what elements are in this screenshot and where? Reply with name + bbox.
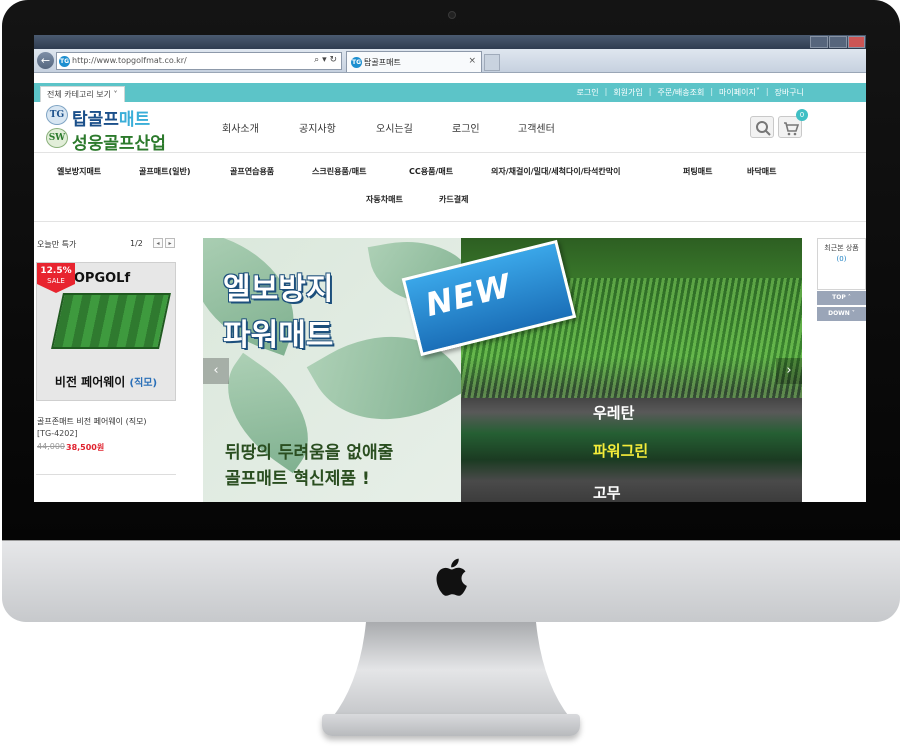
product-code: [TG-4202]: [37, 429, 78, 438]
search-icon: [756, 121, 771, 136]
deal-page-indicator: 1/2: [130, 239, 143, 248]
category-cc[interactable]: CC용품/매트: [409, 166, 453, 177]
product-caption-main: 비전 페어웨이: [54, 375, 126, 389]
golf-mat-illustration: [51, 293, 171, 349]
maximize-button[interactable]: [829, 36, 847, 48]
util-link-orders[interactable]: 주문/배송조회: [657, 87, 704, 98]
nav-login[interactable]: 로그인: [452, 120, 518, 135]
deal-title: 오늘만 특가: [37, 240, 77, 249]
imac-stand: [332, 622, 570, 718]
scroll-down-button[interactable]: DOWN ˅: [817, 307, 866, 321]
main-banner[interactable]: 엘보방지 파워매트 NEW 우레탄 파워그린 고무 뒤땅의 두려움을 없애줄 골…: [203, 238, 802, 502]
tab-close-icon[interactable]: ×: [468, 56, 476, 66]
window-titlebar: [34, 35, 866, 49]
tab-favicon-icon: TG: [351, 57, 362, 68]
category-screen[interactable]: 스크린용품/매트: [312, 166, 366, 177]
main-nav: 회사소개 공지사항 오시는길 로그인 고객센터: [222, 120, 578, 135]
util-link-cart[interactable]: 장바구니: [775, 87, 804, 98]
scroll-top-button[interactable]: TOP ˄: [817, 291, 866, 305]
layer-rubber: 고무: [593, 484, 621, 502]
category-practice[interactable]: 골프연습용품: [230, 166, 274, 177]
product-caption-sub: (직모): [129, 378, 158, 389]
new-tab-button[interactable]: [484, 54, 500, 71]
favicon-icon: TG: [59, 56, 70, 67]
minimize-button[interactable]: [810, 36, 828, 48]
logo-line1-highlight: 매트: [118, 110, 151, 130]
utility-links: 로그인 | 회원가입 | 주문/배송조회 | 마이페이지 ˅ | 장바구니: [577, 87, 804, 98]
banner-title-line1: 엘보방지: [223, 272, 334, 307]
banner-subtitle-line2: 골프매트 혁신제품 !: [225, 469, 370, 489]
nav-customer-center[interactable]: 고객센터: [518, 120, 578, 135]
logo-line1-main: 탑골프: [72, 110, 119, 130]
search-button[interactable]: [750, 116, 774, 138]
category-card-payment[interactable]: 카드결제: [439, 194, 468, 205]
util-link-login[interactable]: 로그인: [577, 87, 599, 98]
deal-next-icon[interactable]: ▸: [165, 238, 175, 248]
util-separator: |: [604, 87, 608, 96]
product-caption: 비전 페어웨이 (직모): [37, 373, 175, 390]
util-separator: |: [765, 87, 769, 96]
browser-tab[interactable]: TG 탑골프매트 ×: [346, 51, 482, 72]
logo-line1: 탑골프매트: [72, 105, 150, 130]
sale-badge: 12.5% SALE: [37, 263, 75, 293]
product-name[interactable]: 골프존매트 비전 페어웨이 (직모): [37, 416, 147, 427]
apple-logo-icon: [436, 558, 467, 596]
camera-icon: [448, 11, 456, 19]
browser-toolbar: ← TG http://www.topgolfmat.co.kr/ ⌕ ▾ ↻ …: [34, 49, 866, 73]
category-golf-mat[interactable]: 골프매트(일반): [139, 166, 190, 177]
logo-line2: 성웅골프산업: [72, 134, 166, 154]
back-icon[interactable]: ←: [37, 52, 54, 69]
site-logo[interactable]: TG 탑골프매트 SW 성웅골프산업: [46, 105, 186, 154]
layer-urethane: 우레탄: [593, 404, 635, 422]
address-actions-icon[interactable]: ⌕ ▾ ↻: [314, 55, 337, 65]
divider: [34, 152, 866, 153]
all-categories-button[interactable]: 전체 카테고리 보기 ˅: [40, 86, 125, 102]
category-putting[interactable]: 퍼팅매트: [683, 166, 712, 177]
sale-label: SALE: [47, 277, 65, 285]
nav-company[interactable]: 회사소개: [222, 120, 299, 135]
product-image[interactable]: TOPGOLf 12.5% SALE 비전 페어웨이 (직모): [36, 262, 176, 401]
banner-prev-icon[interactable]: ‹: [203, 358, 229, 384]
banner-next-icon[interactable]: ›: [776, 358, 802, 384]
url-text[interactable]: http://www.topgolfmat.co.kr/: [72, 56, 187, 65]
divider: [34, 221, 866, 222]
nav-notice[interactable]: 공지사항: [299, 120, 376, 135]
category-elbow-mat[interactable]: 엘보방지매트: [57, 166, 101, 177]
util-separator: |: [710, 87, 714, 96]
category-floor[interactable]: 바닥매트: [747, 166, 776, 177]
util-link-mypage[interactable]: 마이페이지: [719, 87, 756, 98]
sale-price: 38,500원: [66, 443, 105, 452]
recent-products-count: (0): [836, 255, 847, 263]
all-categories-label: 전체 카테고리 보기: [47, 90, 111, 99]
imac-stand-base: [322, 714, 580, 736]
banner-title-line2: 파워매트: [223, 318, 334, 353]
tab-title: 탑골프매트: [364, 58, 401, 67]
category-car-mat[interactable]: 자동차매트: [366, 194, 403, 205]
cart-count-badge: 0: [796, 109, 808, 121]
close-window-button[interactable]: [848, 36, 865, 48]
address-bar[interactable]: TG http://www.topgolfmat.co.kr/ ⌕ ▾ ↻: [56, 52, 342, 70]
recent-products-box[interactable]: 최근본 상품 (0): [817, 238, 866, 290]
logo-badge-sw: SW: [46, 128, 68, 148]
util-separator: |: [648, 87, 652, 96]
sale-percent: 12.5%: [40, 266, 72, 276]
banner-subtitle-line1: 뒤땅의 두려움을 없애줄: [225, 443, 394, 463]
logo-badge-tg: TG: [46, 105, 68, 125]
deal-prev-icon[interactable]: ◂: [153, 238, 163, 248]
category-chairs[interactable]: 의자/채걸이/밀대/세척다이/타석칸막이: [491, 166, 620, 177]
utility-bar: 전체 카테고리 보기 ˅ 로그인 | 회원가입 | 주문/배송조회 | 마이페이지 ˅ |…: [34, 83, 866, 102]
divider: [36, 474, 176, 475]
imac-mockup: ← TG http://www.topgolfmat.co.kr/ ⌕ ▾ ↻ …: [0, 0, 900, 753]
chevron-down-icon: ˅: [755, 87, 760, 96]
original-price: 44,000: [37, 442, 65, 451]
nav-directions[interactable]: 오시는길: [376, 120, 452, 135]
recent-products-label: 최근본 상품: [824, 244, 859, 252]
layer-powergreen: 파워그린: [593, 442, 649, 460]
util-link-join[interactable]: 회원가입: [613, 87, 642, 98]
screen: ← TG http://www.topgolfmat.co.kr/ ⌕ ▾ ↻ …: [34, 35, 866, 502]
